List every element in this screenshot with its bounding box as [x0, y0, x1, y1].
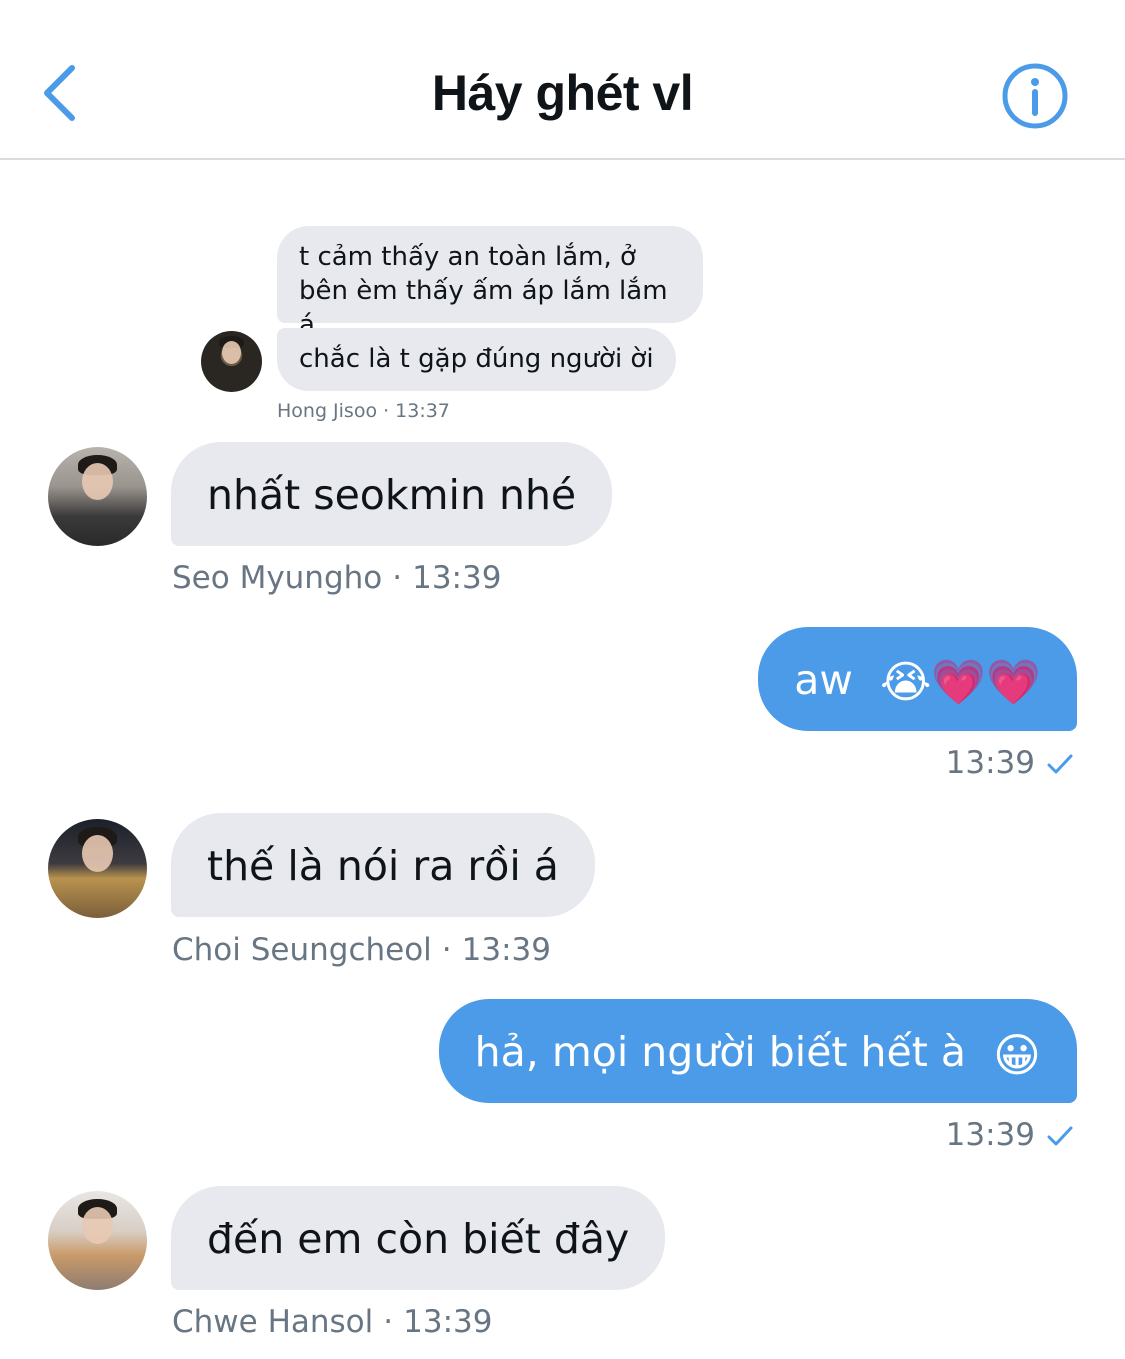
- meta-separator: ·: [383, 1304, 394, 1340]
- message-time: 13:39: [945, 745, 1035, 781]
- sender-name: Hong Jisoo: [277, 400, 378, 422]
- conversation-header: Háy ghét vl: [0, 0, 1125, 160]
- emoji-sequence: 😭💗💗: [880, 657, 1041, 708]
- dm-conversation-screen: Háy ghét vl t cảm thấy an toàn lắm, ở bê…: [0, 0, 1125, 1359]
- message-text: aw: [794, 656, 853, 704]
- avatar-seo-myungho[interactable]: [48, 447, 147, 546]
- message-bubble-incoming[interactable]: đến em còn biết đây: [171, 1186, 666, 1290]
- meta-separator: ·: [383, 400, 390, 422]
- message-time: 13:39: [945, 1117, 1035, 1153]
- info-button[interactable]: [1000, 61, 1070, 131]
- message-time: 13:39: [461, 932, 551, 968]
- message-meta: Seo Myungho · 13:39: [172, 560, 501, 596]
- message-bubble-outgoing[interactable]: hả, mọi người biết hết à 😀: [438, 999, 1077, 1103]
- message-bubble-incoming[interactable]: thế là nói ra rồi á: [171, 813, 595, 917]
- meta-separator: ·: [392, 560, 403, 596]
- message-time: 13:39: [412, 560, 502, 596]
- message-meta: Chwe Hansol · 13:39: [172, 1304, 492, 1340]
- message-meta: Hong Jisoo · 13:37: [277, 400, 450, 422]
- message-bubble-outgoing[interactable]: aw 😭💗💗: [758, 627, 1077, 731]
- message-meta: 13:39: [946, 1117, 1073, 1155]
- message-bubble-incoming[interactable]: t cảm thấy an toàn lắm, ở bên èm thấy ấm…: [277, 226, 703, 340]
- avatar-hong-jisoo[interactable]: [201, 331, 262, 392]
- message-text: hả, mọi người biết hết à: [474, 1028, 966, 1076]
- avatar-choi-seungcheol[interactable]: [48, 819, 147, 918]
- avatar-chwe-hansol[interactable]: [48, 1191, 147, 1290]
- message-meta: 13:39: [946, 745, 1073, 783]
- grinning-face-emoji: 😀: [993, 1028, 1041, 1082]
- message-time: 13:39: [403, 1304, 493, 1340]
- meta-separator: ·: [441, 932, 452, 968]
- message-time: 13:37: [395, 400, 450, 422]
- message-bubble-incoming[interactable]: chắc là t gặp đúng người ời: [277, 328, 676, 391]
- checkmark-icon: [1047, 747, 1073, 783]
- sender-name: Chwe Hansol: [172, 1304, 374, 1340]
- info-circle-icon: [1002, 63, 1068, 129]
- avatar-face: [221, 340, 242, 364]
- sender-name: Choi Seungcheol: [172, 932, 432, 968]
- message-bubble-incoming[interactable]: nhất seokmin nhé: [171, 442, 613, 546]
- checkmark-icon: [1047, 1119, 1073, 1155]
- avatar-face: [81, 834, 114, 873]
- sender-name: Seo Myungho: [172, 560, 383, 596]
- message-meta: Choi Seungcheol · 13:39: [172, 932, 551, 968]
- conversation-title[interactable]: Háy ghét vl: [0, 64, 1125, 122]
- avatar-face: [81, 462, 114, 501]
- avatar-face: [81, 1206, 114, 1245]
